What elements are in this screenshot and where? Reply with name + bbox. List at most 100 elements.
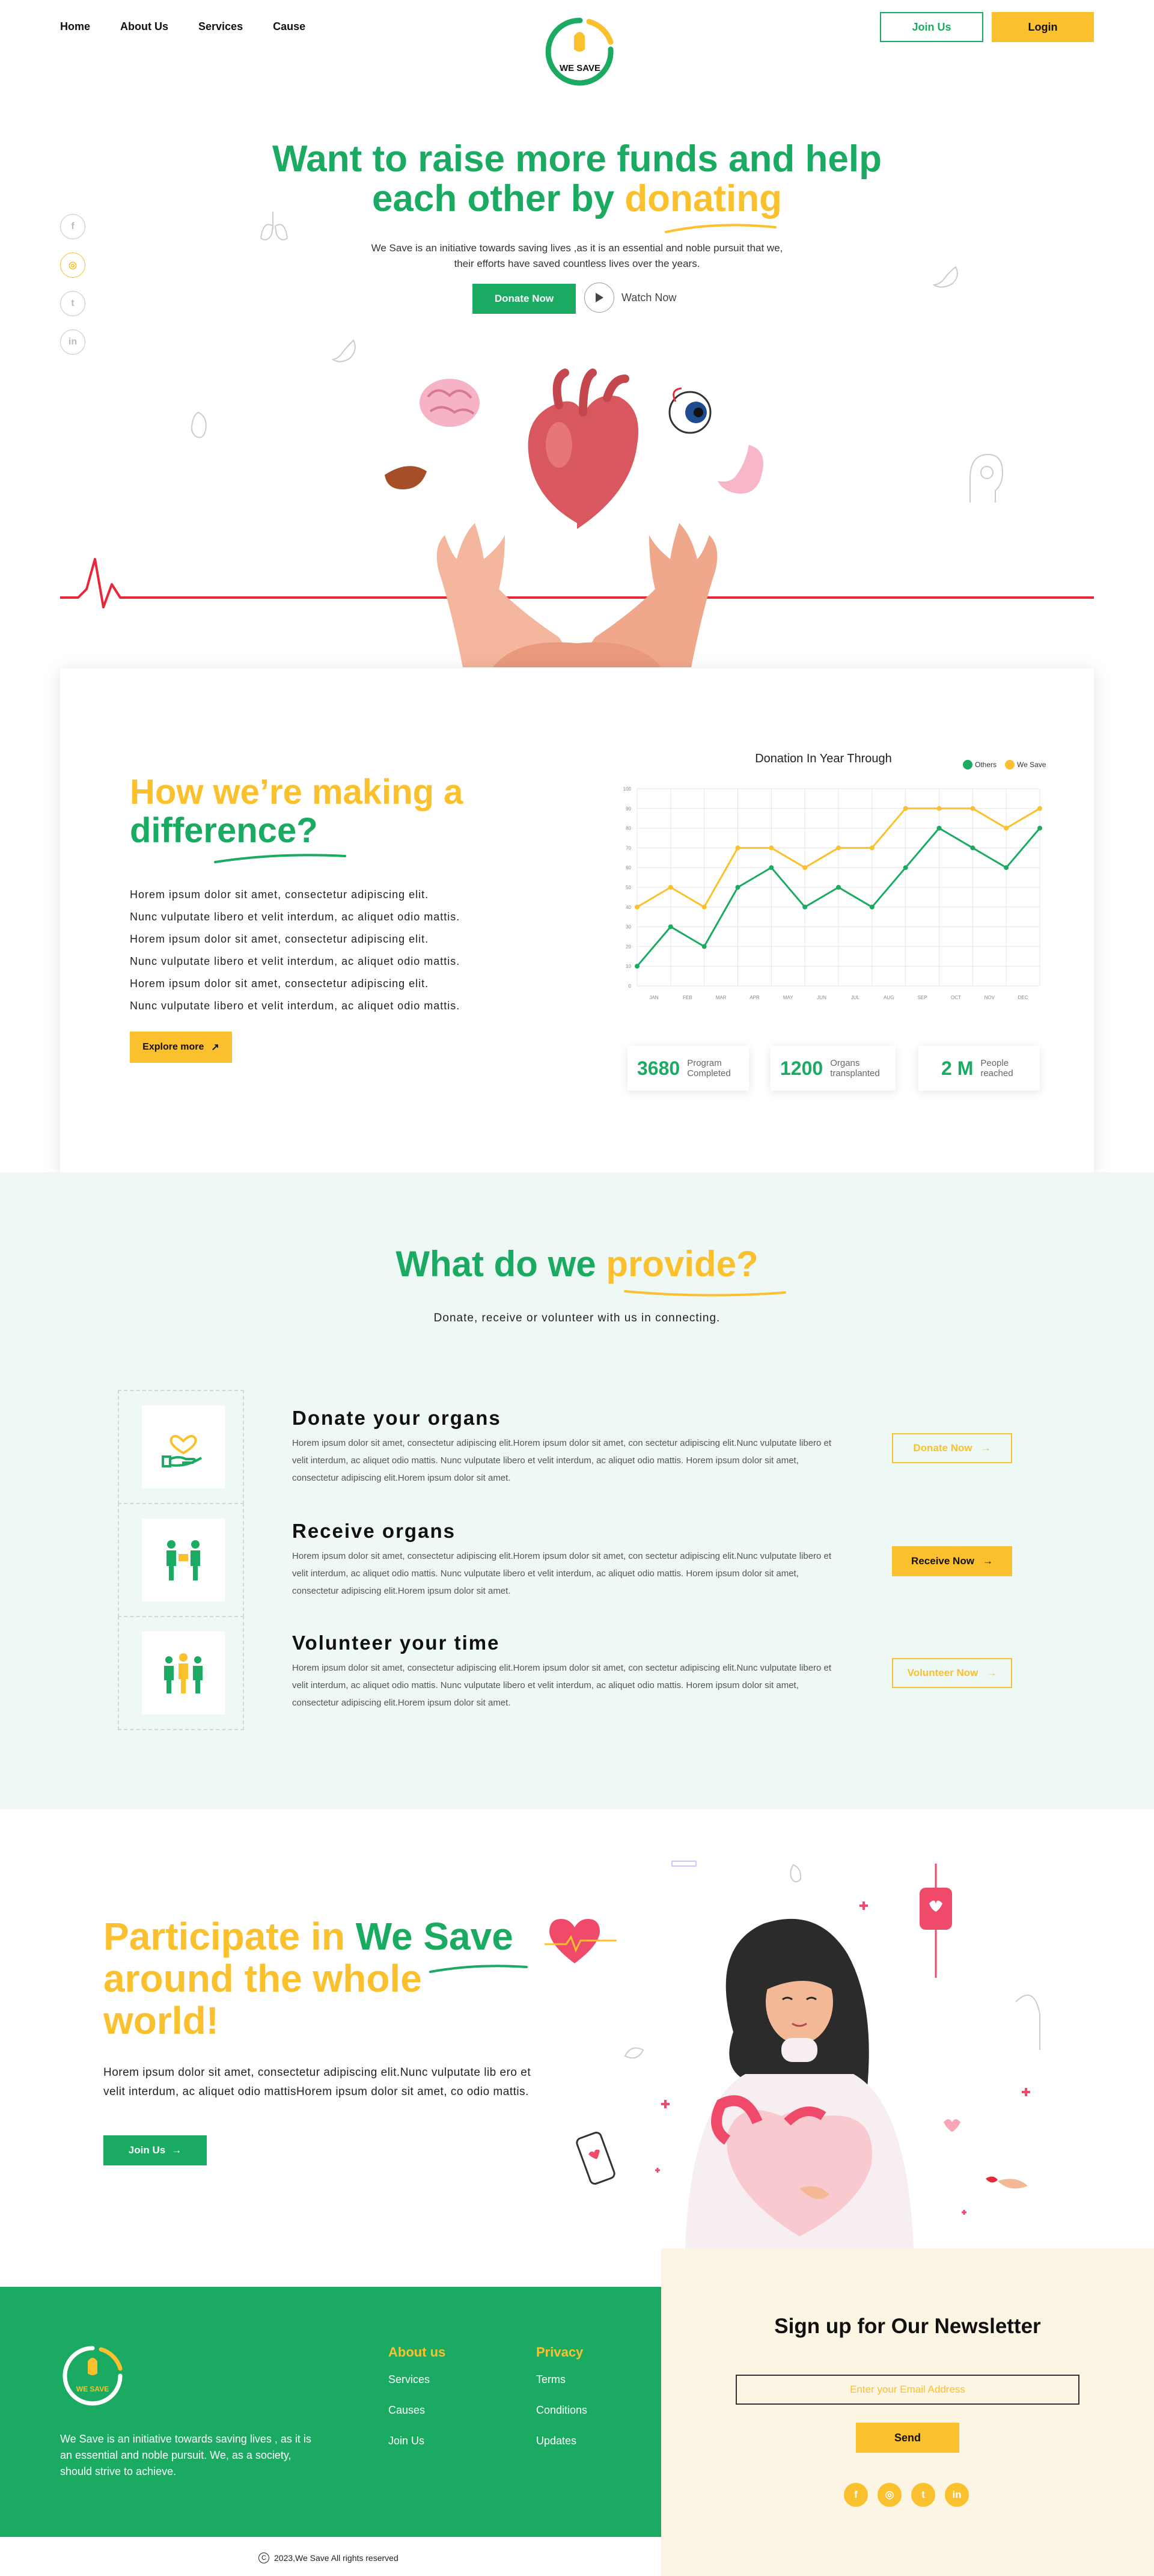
chart-xtick-label: FEB (683, 995, 692, 1000)
logo[interactable]: WE SAVE (541, 12, 619, 102)
hero-social-list: f ◎ t in (60, 214, 85, 355)
difference-title-line2: difference? (130, 811, 318, 850)
chart-point (970, 845, 975, 851)
arrow-right-icon: → (986, 1667, 997, 1678)
footer-link-join-us[interactable]: Join Us (388, 2435, 445, 2447)
participate-join-button[interactable]: Join Us → (103, 2135, 207, 2165)
footer-link-terms[interactable]: Terms (536, 2373, 587, 2386)
stat-label: People (980, 1058, 1009, 1068)
join-us-button[interactable]: Join Us (880, 12, 983, 42)
donate-now-button[interactable]: Donate Now (472, 284, 576, 314)
woman-holding-heart-illustration (576, 1861, 1040, 2248)
twitter-icon[interactable]: t (911, 2483, 935, 2507)
stat-label: Completed (687, 1068, 731, 1078)
instagram-icon[interactable]: ◎ (60, 252, 85, 278)
nav-home[interactable]: Home (60, 20, 90, 33)
hero-title: Want to raise more funds and help each o… (0, 139, 1154, 219)
newsletter-social-list: f ◎ t in (844, 2483, 969, 2507)
chart-legend-label: Others (975, 760, 997, 769)
chart-point (735, 885, 740, 890)
difference-line: Nunc vulputate libero et velit interdum,… (130, 955, 460, 967)
donate-now-service-button[interactable]: Donate Now → (892, 1433, 1012, 1463)
receive-people-icon (142, 1519, 225, 1602)
hero-subtitle-line1: We Save is an initiative towards saving … (371, 242, 783, 254)
newsletter-send-button[interactable]: Send (856, 2423, 959, 2453)
linkedin-icon[interactable]: in (945, 2483, 969, 2507)
nav-about-us[interactable]: About Us (120, 20, 168, 33)
service-title-volunteer: Volunteer your time (292, 1632, 500, 1654)
provide-subtitle: Donate, receive or volunteer with us in … (433, 1312, 721, 1324)
chart-ytick-label: 0 (629, 984, 632, 989)
twitter-icon[interactable]: t (60, 291, 85, 316)
chart-ytick-label: 90 (626, 806, 631, 812)
watch-now-button[interactable]: Watch Now (584, 283, 676, 313)
footer-link-updates[interactable]: Updates (536, 2435, 587, 2447)
stat-organs: 1200 Organs transplanted (771, 1046, 896, 1091)
chart-xtick-label: OCT (951, 995, 961, 1000)
chart-ytick-label: 100 (623, 786, 632, 792)
chart-point (1004, 825, 1009, 831)
footer-heading-about[interactable]: About us (388, 2345, 445, 2360)
chart-xtick-label: JUL (851, 995, 860, 1000)
stomach-outline-icon (331, 339, 356, 363)
difference-line: Nunc vulputate libero et velit interdum,… (130, 1000, 460, 1012)
participate-title-a: Participate in (103, 1915, 356, 1958)
hero-subtitle-line2: their efforts have saved countless lives… (454, 258, 700, 269)
stat-label: Organs (830, 1058, 860, 1068)
newsletter-email-input[interactable] (736, 2375, 1079, 2405)
underline-swoosh-difference (214, 854, 346, 863)
volunteer-now-button[interactable]: Volunteer Now → (892, 1658, 1012, 1688)
chart-ytick-label: 80 (626, 826, 631, 831)
hero-subtitle: We Save is an initiative towards saving … (337, 240, 817, 272)
chart-legend-marker (963, 760, 972, 769)
receive-now-button[interactable]: Receive Now → (892, 1546, 1012, 1576)
arrow-right-icon: → (171, 2144, 182, 2156)
instagram-icon[interactable]: ◎ (878, 2483, 902, 2507)
stat-label: reached (980, 1068, 1013, 1078)
nav-cause[interactable]: Cause (273, 20, 305, 33)
chart-point (635, 904, 640, 910)
facebook-icon[interactable]: f (844, 2483, 868, 2507)
difference-line: Horem ipsum dolor sit amet, consectetur … (130, 933, 429, 945)
footer-link-conditions[interactable]: Conditions (536, 2404, 587, 2417)
stat-number: 1200 (780, 1057, 823, 1079)
chart-xtick-label: NOV (985, 995, 995, 1000)
footer-heading-privacy[interactable]: Privacy (536, 2345, 587, 2360)
lungs-outline-icon (260, 212, 288, 240)
chart-point (836, 885, 841, 890)
login-button[interactable]: Login (992, 12, 1094, 42)
footer-link-causes[interactable]: Causes (388, 2404, 445, 2417)
footer-link-services[interactable]: Services (388, 2373, 445, 2386)
stomach-outline-icon-right (932, 266, 958, 288)
chart-point (970, 806, 975, 811)
donation-line-chart: 0 10 20 30 40 50 60 70 80 90 100 JAN FEB MAR APR MAY JUN… (623, 752, 1046, 1000)
chart-point (836, 845, 841, 851)
newsletter-title: Sign up for Our Newsletter (774, 2314, 1041, 2338)
logo-text: WE SAVE (560, 63, 600, 73)
arrow-up-right-icon: ↗ (211, 1042, 219, 1053)
hero-title-line1: Want to raise more funds and help (272, 138, 882, 180)
stat-number: 2 M (941, 1057, 974, 1079)
difference-line: Horem ipsum dolor sit amet, consectetur … (130, 977, 429, 990)
nav-links: Home About Us Services Cause (60, 20, 305, 33)
newsletter-section (661, 2248, 1154, 2576)
chart-point (769, 865, 774, 870)
difference-line: Horem ipsum dolor sit amet, consectetur … (130, 889, 429, 901)
explore-more-button[interactable]: Explore more ↗ (130, 1032, 232, 1063)
donate-now-service-label: Donate Now (913, 1442, 972, 1454)
chart-point (635, 964, 640, 969)
footer-column-about: About us Services Causes Join Us (388, 2345, 445, 2465)
donate-hand-heart-icon (142, 1406, 225, 1488)
chart-xtick-label: SEP (918, 995, 927, 1000)
copyright: C 2023,We Save All rights reserved (258, 2553, 398, 2563)
chart-xtick-label: MAR (716, 995, 727, 1000)
hands-holding-heart-illustration (385, 369, 763, 667)
linkedin-icon[interactable]: in (60, 329, 85, 355)
chart-legend-label: We Save (1017, 760, 1046, 769)
chart-ytick-label: 40 (626, 905, 631, 910)
nav-services[interactable]: Services (198, 20, 243, 33)
chart-point (1037, 825, 1042, 831)
chart-title: Donation In Year Through (755, 752, 892, 765)
service-text-volunteer: Horem ipsum dolor sit amet, consectetur … (292, 1663, 832, 1708)
footer-logo[interactable]: WE SAVE (60, 2345, 125, 2415)
